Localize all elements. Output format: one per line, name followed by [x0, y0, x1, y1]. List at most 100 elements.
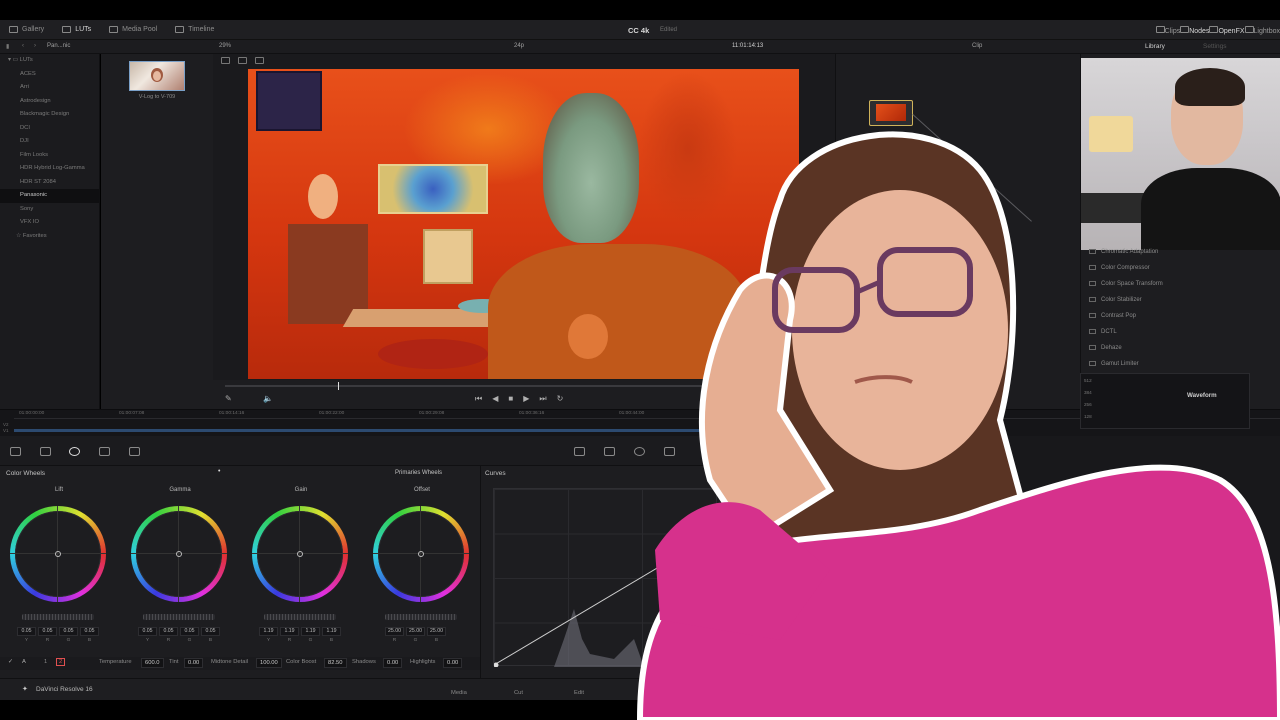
offset-wheel[interactable]	[373, 506, 469, 602]
audio-icon[interactable]: 🔈	[263, 394, 273, 403]
lut-folder[interactable]: Sony	[0, 203, 99, 217]
value-field[interactable]: 0.05	[138, 627, 157, 636]
value-field[interactable]: 25.00	[385, 627, 404, 636]
fps-selector[interactable]: 24p	[514, 43, 524, 49]
folder-selector[interactable]: Pan...nic	[47, 43, 70, 49]
color-wheels-icon[interactable]	[69, 447, 80, 456]
playhead[interactable]	[338, 382, 339, 390]
page-edit[interactable]: Edit	[574, 690, 584, 696]
viewer-split-icon[interactable]	[238, 57, 247, 64]
tab-media-pool[interactable]: Media Pool	[100, 20, 166, 39]
lut-folder[interactable]: DJI	[0, 135, 99, 149]
value-field[interactable]: 0.05	[38, 627, 57, 636]
skip-end-icon[interactable]: ⏭	[539, 394, 546, 404]
wheel-puck[interactable]	[55, 551, 61, 557]
skip-start-icon[interactable]: ⏮	[475, 394, 482, 404]
midtone-detail-field[interactable]: 100.00	[256, 658, 282, 668]
value-field[interactable]: 1.19	[301, 627, 320, 636]
wheel-label-gain: Gain	[294, 487, 308, 493]
lut-folder-selected[interactable]: Panasonic	[0, 189, 99, 203]
value-field[interactable]: 1.19	[259, 627, 278, 636]
camera-raw-icon[interactable]	[10, 447, 21, 456]
eyedropper-icon[interactable]: ✎	[225, 394, 232, 403]
clip-mode-selector[interactable]: Clip	[972, 43, 982, 49]
lut-folder[interactable]: Blackmagic Design	[0, 108, 99, 122]
shadows-field[interactable]: 0.00	[383, 658, 403, 668]
tab-library[interactable]: Library	[1145, 43, 1165, 50]
wheel-puck[interactable]	[297, 551, 303, 557]
channel-label: G	[66, 638, 71, 643]
curves-icon[interactable]	[574, 447, 585, 456]
tab-clips[interactable]: Clips	[1155, 25, 1180, 35]
tab-timeline[interactable]: Timeline	[166, 20, 223, 39]
sidebar-toggle-icon[interactable]: ▮	[6, 43, 9, 50]
mandala-painting	[378, 164, 488, 214]
loop-icon[interactable]: ↻	[557, 394, 564, 404]
stop-icon[interactable]: ■	[508, 394, 513, 404]
lut-thumbnail[interactable]	[129, 61, 185, 91]
midtone-detail-label: Midtone Detail	[211, 659, 249, 665]
owl-figure	[308, 174, 338, 219]
lut-root[interactable]: ▾ ▭ LUTs	[0, 54, 99, 68]
back-icon[interactable]: ‹	[22, 43, 24, 49]
gain-master-slider[interactable]	[264, 614, 336, 620]
temperature-field[interactable]: 600.0	[141, 658, 164, 668]
lift-wheel[interactable]	[10, 506, 106, 602]
lut-folder[interactable]: Arri	[0, 81, 99, 95]
page-media[interactable]: Media	[451, 690, 467, 696]
timecode: 11:01:14:13	[732, 43, 764, 49]
page-cut[interactable]: Cut	[514, 690, 523, 696]
pick-icon[interactable]: ✓	[8, 659, 13, 665]
value-field[interactable]: 1.19	[280, 627, 299, 636]
viewer-mode-icon[interactable]	[221, 57, 230, 64]
zoom-selector[interactable]: 29%	[219, 43, 231, 49]
forward-icon[interactable]: ›	[34, 43, 36, 49]
value-field[interactable]: 0.05	[201, 627, 220, 636]
page-2-button[interactable]: 2	[56, 658, 66, 666]
value-field[interactable]: 25.00	[427, 627, 446, 636]
tab-lightbox[interactable]: Lightbox	[1244, 25, 1280, 35]
motion-effects-icon[interactable]	[129, 447, 140, 456]
tab-settings[interactable]: Settings	[1203, 43, 1227, 50]
value-field[interactable]: 0.05	[59, 627, 78, 636]
tab-luts[interactable]: LUTs	[53, 20, 100, 39]
value-field[interactable]: 0.05	[180, 627, 199, 636]
value-field[interactable]: 0.05	[17, 627, 36, 636]
channel-label: B	[208, 638, 213, 643]
lut-folder[interactable]: HDR ST 2084	[0, 176, 99, 190]
tab-gallery[interactable]: Gallery	[0, 20, 53, 39]
value-field[interactable]: 0.05	[159, 627, 178, 636]
play-icon[interactable]: ▶	[523, 394, 529, 404]
lut-folder[interactable]: ACES	[0, 68, 99, 82]
lut-folder[interactable]: Film Looks	[0, 149, 99, 163]
panel-title: Curves	[485, 470, 506, 477]
lut-folder[interactable]: Astrodesign	[0, 95, 99, 109]
play-reverse-icon[interactable]: ◀	[492, 394, 498, 404]
tab-openfx[interactable]: OpenFX	[1209, 25, 1245, 35]
lut-folder[interactable]: VFX IO	[0, 216, 99, 230]
highlights-field[interactable]: 0.00	[443, 658, 463, 668]
lut-folder[interactable]: DCI	[0, 122, 99, 136]
value-field[interactable]: 0.05	[80, 627, 99, 636]
gain-wheel[interactable]	[252, 506, 348, 602]
value-field[interactable]: 25.00	[406, 627, 425, 636]
lift-master-slider[interactable]	[22, 614, 94, 620]
viewer-grid-icon[interactable]	[255, 57, 264, 64]
favorites-item[interactable]: ☆ Favorites	[0, 230, 99, 244]
wheel-puck[interactable]	[176, 551, 182, 557]
auto-icon[interactable]: A	[22, 659, 26, 665]
value-field[interactable]: 1.19	[322, 627, 341, 636]
wheels-mode-selector[interactable]: Primaries Wheels	[395, 470, 442, 476]
rgb-mixer-icon[interactable]	[99, 447, 110, 456]
offset-master-slider[interactable]	[385, 614, 457, 620]
lut-folder[interactable]: HDR Hybrid Log-Gamma	[0, 162, 99, 176]
tint-field[interactable]: 0.00	[184, 658, 204, 668]
gamma-master-slider[interactable]	[143, 614, 215, 620]
channel-label: R	[45, 638, 50, 643]
color-match-icon[interactable]	[40, 447, 51, 456]
wheel-puck[interactable]	[418, 551, 424, 557]
color-boost-field[interactable]: 82.50	[324, 658, 347, 668]
tab-nodes[interactable]: Nodes	[1180, 25, 1209, 35]
gamma-wheel[interactable]	[131, 506, 227, 602]
page-1-button[interactable]: 1	[44, 659, 47, 665]
